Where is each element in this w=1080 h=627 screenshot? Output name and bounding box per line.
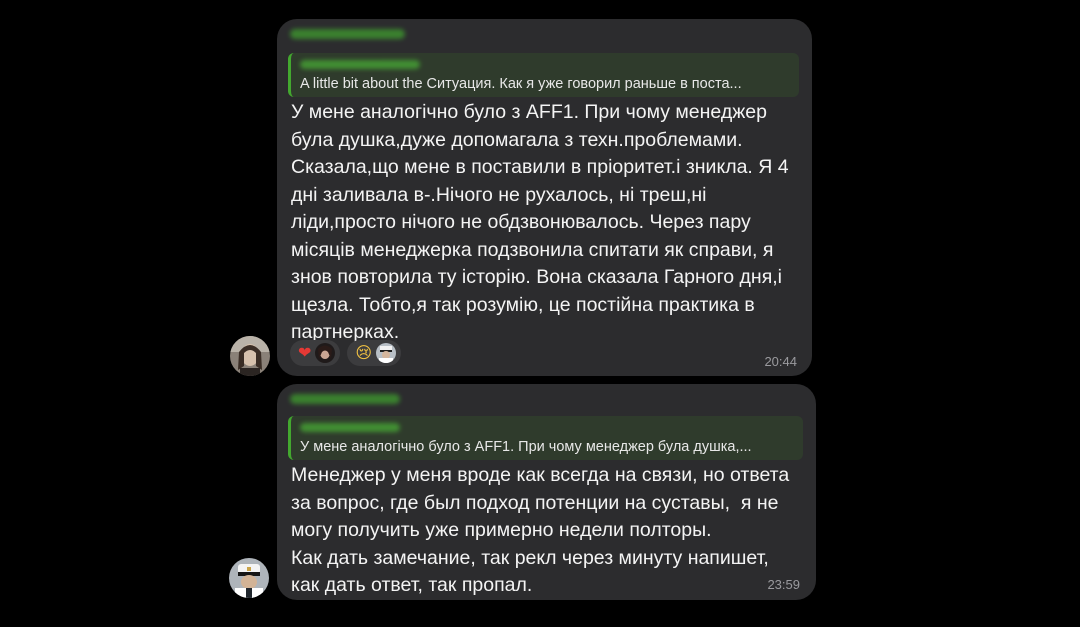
chat-view: A little bit about the Ситуация. Как я у… [0, 0, 1080, 627]
reactor-avatar [376, 343, 397, 363]
crying-face-icon: 😢 [355, 343, 373, 362]
reaction-crying-face[interactable]: 😢 [347, 340, 402, 366]
heart-icon: ❤ [298, 343, 312, 362]
sender-name[interactable] [290, 29, 405, 41]
message-bubble[interactable]: У мене аналогічно було з AFF1. При чому … [277, 384, 816, 600]
reply-preview[interactable]: A little bit about the Ситуация. Как я у… [288, 53, 799, 97]
message-text: У мене аналогічно було з AFF1. При чому … [291, 101, 789, 343]
reply-sender-name [300, 423, 400, 432]
message-time: 20:44 [764, 354, 797, 369]
sender-name[interactable] [290, 394, 400, 406]
message-bubble[interactable]: A little bit about the Ситуация. Как я у… [277, 19, 812, 376]
reactor-avatar [315, 343, 336, 363]
reply-text: A little bit about the Ситуация. Как я у… [300, 76, 742, 92]
reply-sender-name [300, 60, 420, 69]
reply-preview[interactable]: У мене аналогічно було з AFF1. При чому … [288, 416, 803, 460]
sender-avatar[interactable] [230, 336, 270, 376]
reactions: ❤ 😢 [290, 340, 402, 366]
message-time: 23:59 [767, 577, 800, 592]
reaction-heart[interactable]: ❤ [290, 340, 341, 366]
reply-text: У мене аналогічно було з AFF1. При чому … [300, 439, 752, 455]
message-text: Менеджер у меня вроде как всегда на связ… [291, 464, 790, 596]
sender-avatar[interactable] [229, 558, 269, 598]
